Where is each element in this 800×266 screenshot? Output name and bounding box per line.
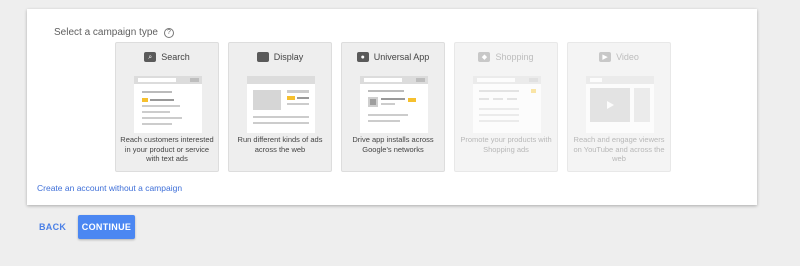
card-description: Drive app installs across Google's netwo… <box>352 135 434 154</box>
create-account-without-campaign-link[interactable]: Create an account without a campaign <box>37 183 182 193</box>
card-description: Run different kinds of ads across the we… <box>237 135 323 154</box>
campaign-card-display[interactable]: Display Run different kinds of ads acros… <box>228 42 332 172</box>
campaign-type-panel: Select a campaign type ? ⌕ Search Reach … <box>27 9 757 205</box>
card-description: Promote your products with Shopping ads <box>460 135 552 154</box>
campaign-card-search[interactable]: ⌕ Search Reach customers interested in y… <box>115 42 219 172</box>
back-button[interactable]: BACK <box>39 222 66 232</box>
app-ad-illustration <box>360 76 428 133</box>
video-ad-illustration <box>586 76 654 133</box>
card-title: Display <box>229 52 331 62</box>
card-title-text: Display <box>273 52 304 62</box>
card-description: Reach and engage viewers on YouTube and … <box>573 135 665 163</box>
help-icon[interactable]: ? <box>163 27 174 38</box>
shopping-tag-icon: ◆ <box>478 52 491 62</box>
display-icon <box>256 52 269 62</box>
campaign-type-cards: ⌕ Search Reach customers interested in y… <box>115 42 680 172</box>
campaign-type-heading: Select a campaign type ? <box>54 27 174 38</box>
video-camera-icon: ▶ <box>599 52 612 62</box>
app-icon: ● <box>356 52 369 62</box>
card-title-text: Search <box>161 52 190 62</box>
card-title-text: Video <box>616 52 639 62</box>
card-title: ◆ Shopping <box>455 52 557 62</box>
card-title: ● Universal App <box>342 52 444 62</box>
heading-text: Select a campaign type <box>54 27 158 38</box>
campaign-card-video: ▶ Video Reach and engage viewers on YouT… <box>567 42 671 172</box>
search-ad-illustration <box>134 76 202 133</box>
card-title: ▶ Video <box>568 52 670 62</box>
continue-button[interactable]: CONTINUE <box>78 215 135 239</box>
card-title-text: Shopping <box>495 52 534 62</box>
campaign-card-shopping: ◆ Shopping Promote your products with Sh… <box>454 42 558 172</box>
card-description: Reach customers interested in your produ… <box>120 135 214 163</box>
shopping-ad-illustration <box>473 76 541 133</box>
search-icon: ⌕ <box>144 52 157 62</box>
card-title-text: Universal App <box>373 52 430 62</box>
display-ad-illustration <box>247 76 315 133</box>
campaign-card-universal-app[interactable]: ● Universal App Drive app installs acros… <box>341 42 445 172</box>
card-title: ⌕ Search <box>116 52 218 62</box>
